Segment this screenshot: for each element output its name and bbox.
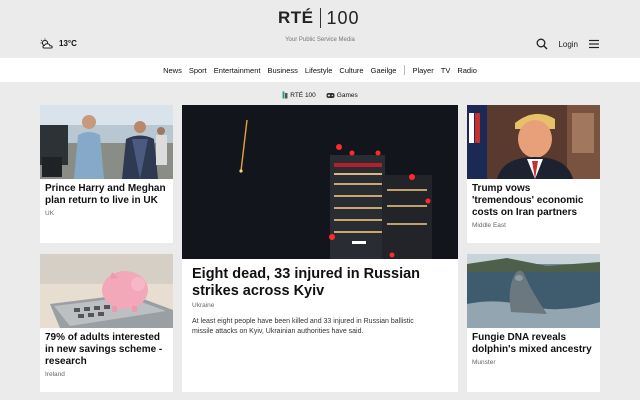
sub-nav: RTÉ 100 Games — [0, 89, 640, 101]
article-title[interactable]: 79% of adults interested in new savings … — [45, 332, 168, 368]
nav-lifestyle[interactable]: Lifestyle — [305, 66, 333, 75]
article-image-harry — [40, 105, 173, 179]
article-title[interactable]: Eight dead, 33 injured in Russian strike… — [192, 266, 448, 300]
nav-news[interactable]: News — [163, 66, 182, 75]
nav-culture[interactable]: Culture — [339, 66, 363, 75]
site-header: 13°C RTÉ 100 Your Public Service Media L… — [0, 0, 640, 58]
nav-sport[interactable]: Sport — [189, 66, 207, 75]
nav-business[interactable]: Business — [267, 66, 297, 75]
logo-divider — [319, 8, 321, 28]
article-image-hero — [182, 105, 458, 259]
nav-radio[interactable]: Radio — [457, 66, 477, 75]
subnav-games-label: Games — [336, 91, 358, 99]
article-section[interactable]: Ireland — [45, 371, 65, 378]
subnav-rte100[interactable]: RTÉ 100 — [282, 91, 316, 99]
article-card-fungie[interactable]: Fungie DNA reveals dolphin's mixed ances… — [467, 254, 600, 392]
article-section[interactable]: UK — [45, 210, 54, 217]
article-summary: At least eight people have been killed a… — [192, 318, 414, 335]
article-card-savings[interactable]: 79% of adults interested in new savings … — [40, 254, 173, 392]
article-title[interactable]: Trump vows 'tremendous' economic costs o… — [472, 183, 595, 219]
nav-entertainment[interactable]: Entertainment — [214, 66, 261, 75]
article-section[interactable]: Ukraine — [192, 302, 214, 309]
hamburger-menu-icon[interactable] — [588, 39, 600, 49]
gamepad-icon — [326, 92, 335, 98]
article-image-savings — [40, 254, 173, 328]
nav-tv[interactable]: TV — [441, 66, 451, 75]
nav-player[interactable]: Player — [412, 66, 433, 75]
main-nav: News Sport Entertainment Business Lifest… — [0, 58, 640, 82]
rte100-icon — [282, 91, 288, 99]
nav-gaeilge[interactable]: Gaeilge — [371, 66, 397, 75]
article-section[interactable]: Munster — [472, 359, 495, 366]
logo-100-text: 100 — [326, 7, 360, 28]
subnav-rte100-label: RTÉ 100 — [290, 91, 316, 99]
article-image-fungie — [467, 254, 600, 328]
article-section[interactable]: Middle East — [472, 222, 506, 229]
rte-logo[interactable]: RTÉ 100 — [278, 7, 360, 29]
article-card-trump[interactable]: Trump vows 'tremendous' economic costs o… — [467, 105, 600, 243]
header-actions: Login — [536, 38, 600, 50]
article-title[interactable]: Fungie DNA reveals dolphin's mixed ances… — [472, 332, 595, 356]
search-icon[interactable] — [536, 38, 548, 50]
subnav-games[interactable]: Games — [326, 92, 358, 99]
article-image-trump — [467, 105, 600, 179]
nav-divider — [403, 65, 405, 75]
logo-rte-text: RTÉ — [278, 8, 314, 27]
article-title[interactable]: Prince Harry and Meghan plan return to l… — [45, 183, 168, 207]
article-card-hero[interactable]: Eight dead, 33 injured in Russian strike… — [182, 105, 458, 392]
article-card-harry[interactable]: Prince Harry and Meghan plan return to l… — [40, 105, 173, 243]
login-link[interactable]: Login — [558, 40, 578, 49]
